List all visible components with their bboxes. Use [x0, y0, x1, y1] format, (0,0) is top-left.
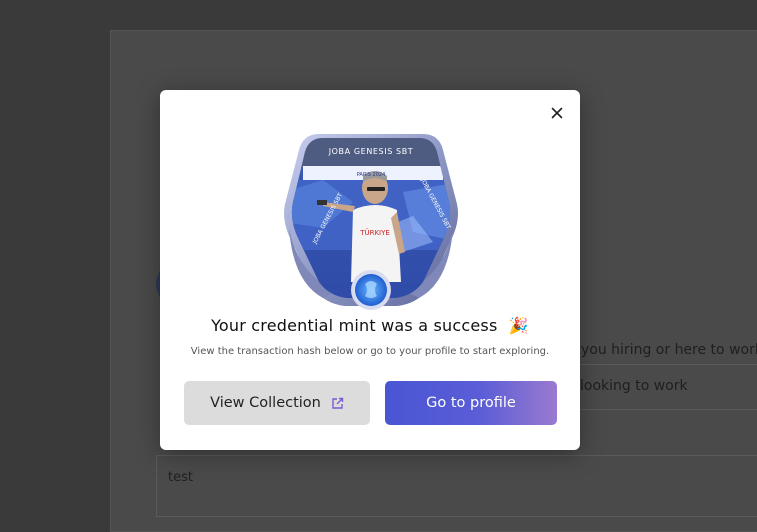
- view-collection-button[interactable]: View Collection: [184, 381, 370, 425]
- external-link-icon: [331, 397, 344, 410]
- go-to-profile-button[interactable]: Go to profile: [385, 381, 557, 425]
- mint-success-modal: JOBA GENESIS SBT JOBA GENESIS SBT JOBA G…: [160, 90, 580, 450]
- background-question-label: you hiring or here to work?: [581, 342, 757, 358]
- close-icon: [551, 107, 563, 119]
- background-selected-option: looking to work: [580, 378, 688, 394]
- badge-top-label: JOBA GENESIS SBT: [328, 147, 414, 156]
- modal-title-text: Your credential mint was a success: [211, 316, 498, 335]
- view-collection-label: View Collection: [210, 395, 321, 411]
- badge-banner-text: PARIS 2024: [357, 172, 386, 178]
- credential-badge-image: JOBA GENESIS SBT JOBA GENESIS SBT JOBA G…: [284, 134, 458, 310]
- modal-title: Your credential mint was a success 🎉: [160, 316, 580, 335]
- modal-subtitle: View the transaction hash below or go to…: [190, 346, 550, 357]
- background-textarea-value: test: [168, 470, 193, 485]
- badge-shirt-text: TÜRKIYE: [359, 228, 390, 237]
- party-popper-icon: 🎉: [508, 316, 529, 335]
- close-button[interactable]: [548, 104, 566, 122]
